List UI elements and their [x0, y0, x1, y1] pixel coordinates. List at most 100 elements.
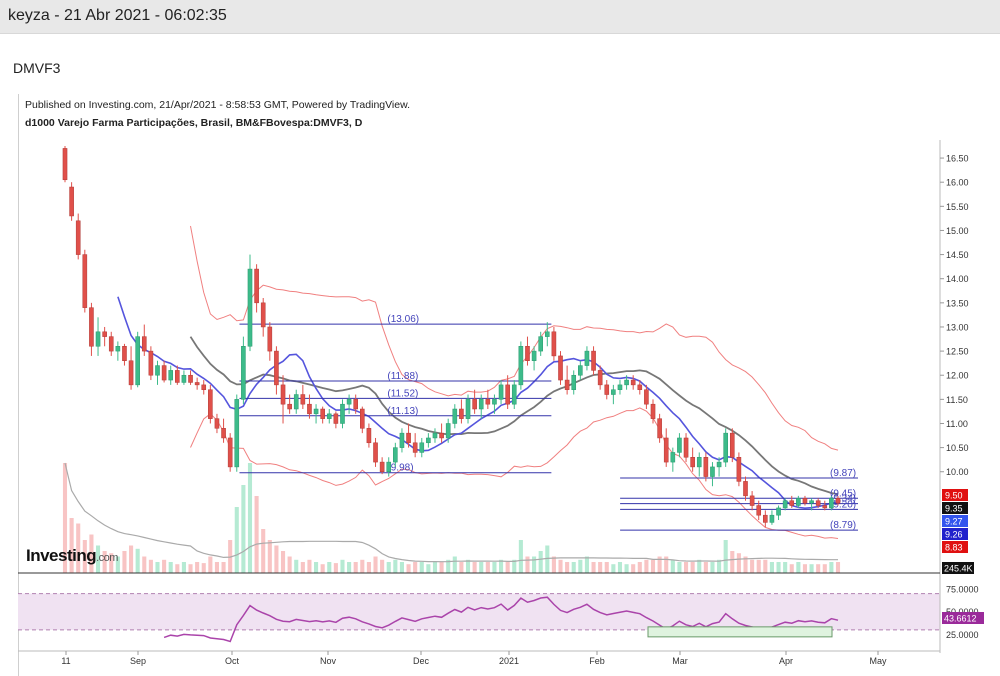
candle-body [214, 418, 220, 429]
volume-bar [611, 564, 616, 573]
candle-body [82, 254, 88, 308]
candle-body [611, 389, 616, 395]
volume-bar [776, 562, 781, 573]
volume-bar [208, 556, 213, 573]
x-tick-label: May [869, 656, 887, 666]
volume-bar [697, 559, 702, 573]
volume-bar [769, 562, 774, 573]
candle-body [551, 331, 557, 357]
candle-body [597, 370, 603, 386]
candle-body [578, 365, 583, 376]
volume-bar [631, 564, 636, 573]
price-tick-label: 14.50 [946, 250, 969, 260]
candle-body [175, 370, 180, 383]
x-tick-label: 2021 [499, 656, 519, 666]
price-tick-label: 13.50 [946, 298, 969, 308]
volume-bar [142, 556, 147, 573]
volume-bar [465, 559, 471, 573]
candle-body [511, 384, 517, 405]
volume-bar [300, 562, 305, 573]
candle-body [782, 500, 788, 509]
candle-body [69, 186, 74, 217]
candle-body [756, 505, 762, 516]
candle-body [62, 148, 68, 181]
price-level-label: (9.87) [830, 468, 856, 479]
volume-bar [129, 545, 134, 573]
candle-body [445, 423, 451, 439]
candle-body [604, 384, 610, 395]
volume-bar [479, 562, 484, 573]
volume-bar [578, 559, 583, 573]
candle-body [241, 346, 246, 400]
volume-bar [162, 559, 167, 573]
x-tick-label: Nov [320, 656, 337, 666]
volume-bar [750, 559, 755, 573]
candle-body [644, 389, 649, 405]
candle-body [690, 457, 695, 468]
volume-bar [650, 559, 656, 573]
price-level-label: (8.79) [830, 520, 856, 531]
volume-bar [637, 562, 642, 573]
candles [62, 146, 841, 528]
volume-bar [690, 562, 695, 573]
candle-body [696, 457, 702, 468]
candle-body [802, 498, 808, 504]
rsi-highlight-box [647, 626, 833, 638]
price-tick-label: 12.00 [946, 371, 969, 381]
rsi-tick-label: 25.0000 [946, 630, 979, 640]
volume-bar [459, 562, 464, 573]
volume-bar [333, 563, 338, 573]
candle-body [472, 399, 477, 410]
candle-body [426, 437, 431, 444]
candle-body [505, 384, 510, 405]
price-level-label: (11.52) [387, 388, 418, 399]
candle-body [670, 452, 676, 463]
candle-body [254, 268, 259, 304]
volume-bar [274, 545, 279, 573]
candle-body [221, 428, 226, 439]
candle-body [650, 403, 656, 419]
volume-bar [551, 556, 556, 573]
candle-body [525, 346, 530, 361]
volume-bar [710, 562, 715, 573]
volume-bar [261, 529, 266, 573]
price-chart[interactable]: (13.06) (11.88) (11.52) (11.13) (9.98) (9.87)… [0, 0, 1000, 676]
volume-badge-label: 245.4K [944, 564, 973, 574]
volume-bar [485, 562, 490, 573]
volume-bar [816, 564, 821, 573]
price-tick-label: 14.00 [946, 274, 969, 284]
volume-bar [545, 545, 550, 573]
x-tick-label: Sep [130, 656, 146, 666]
price-tick-label: 11.00 [946, 419, 968, 429]
price-tick-label: 13.00 [946, 322, 969, 332]
candle-body [763, 514, 768, 523]
candle-body [485, 399, 491, 405]
x-tick-label: Oct [225, 656, 240, 666]
candle-body [128, 360, 134, 386]
volume-bar [254, 496, 259, 573]
candle-body [115, 346, 121, 352]
volume-bar [393, 559, 398, 573]
candle-body [710, 466, 715, 477]
volume-bars [62, 462, 841, 573]
price-level-label: (13.06) [387, 314, 419, 325]
candle-body [373, 442, 378, 463]
volume-bar [789, 564, 794, 573]
candle-body [432, 432, 438, 439]
volume-bar [591, 562, 596, 573]
candle-body [459, 408, 464, 419]
volume-bar [373, 556, 378, 573]
volume-bar [221, 562, 226, 573]
volume-bar [148, 559, 153, 573]
candle-body [663, 437, 669, 463]
volume-bar [571, 562, 576, 573]
candle-body [796, 498, 801, 506]
volume-bar [783, 562, 788, 573]
volume-bar [241, 485, 246, 573]
candle-body [584, 350, 590, 366]
candle-body [108, 336, 114, 352]
investing-logo: Investing.com [26, 546, 118, 566]
moving-averages [117, 296, 839, 510]
rsi-tick-label: 75.0000 [946, 585, 979, 595]
volume-bar [796, 562, 801, 573]
